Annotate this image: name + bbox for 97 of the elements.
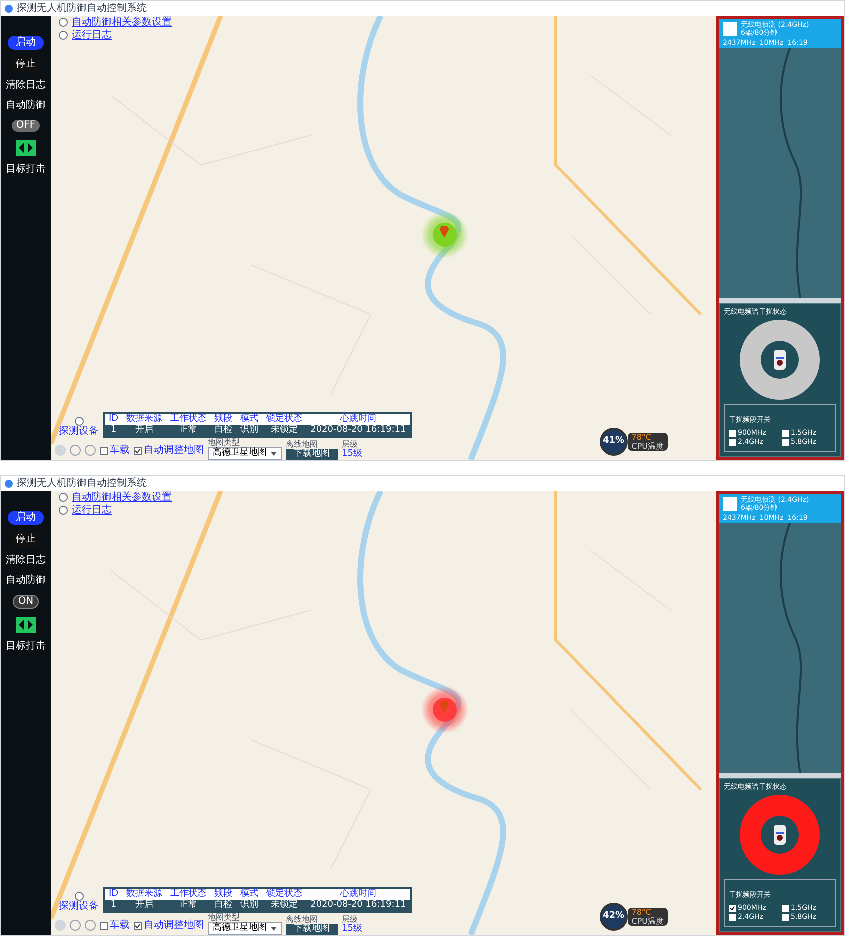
expand-arrows-icon[interactable]: [16, 140, 36, 156]
column-header: 模式: [236, 413, 263, 425]
clear-log-button[interactable]: 清除日志: [6, 80, 46, 92]
table-caption: 探测设备: [59, 901, 99, 913]
map-select[interactable]: 高德卫星地图: [208, 447, 282, 460]
vehicle-icon: [773, 349, 787, 371]
table-caption: 探测设备: [59, 426, 99, 438]
zoom-label: 层级: [342, 441, 358, 449]
table-cell: 正常: [166, 425, 211, 437]
check-icon: [730, 906, 735, 911]
column-header: 心跳时间: [306, 888, 412, 900]
download-label: 离线地图: [286, 916, 318, 924]
expand-arrows-icon[interactable]: [16, 617, 36, 633]
checkbox[interactable]: [100, 922, 108, 930]
band-checkbox[interactable]: [729, 914, 736, 921]
start-button[interactable]: 启动: [8, 36, 44, 50]
column-header: 工作状态: [166, 413, 211, 425]
clear-log-button[interactable]: 清除日志: [6, 555, 46, 567]
zoom-level: 15级: [342, 449, 362, 460]
stop-button[interactable]: 停止: [12, 58, 40, 72]
auto-defense-label: 自动防御: [6, 575, 46, 587]
download-button[interactable]: 下载地图: [286, 924, 338, 935]
download-button[interactable]: 下载地图: [286, 449, 338, 460]
table-cell: 1: [104, 425, 123, 437]
vehicle-icon: [773, 824, 787, 846]
column-header: ID: [104, 413, 123, 425]
band-checkbox[interactable]: [729, 905, 736, 912]
table-cell: 开启: [122, 900, 167, 912]
window-title: 探测无人机防御自动控制系统: [17, 478, 147, 488]
table-cell: 1: [104, 900, 123, 912]
column-header: 频段: [210, 888, 237, 900]
temperature-value: 78°C: [632, 908, 652, 917]
table-cell: 未锁定: [262, 425, 307, 437]
band-checkbox[interactable]: [782, 914, 789, 921]
temperature-label: CPU温度: [632, 442, 664, 451]
column-header: 心跳时间: [306, 413, 412, 425]
table-cell: 识别: [236, 900, 263, 912]
band-checkbox[interactable]: [729, 430, 736, 437]
toggle-switch[interactable]: ON: [13, 595, 39, 609]
column-header: 锁定状态: [262, 888, 307, 900]
checkbox-label: 自动调整地图: [144, 921, 204, 931]
table-cell: 自检: [210, 900, 237, 912]
app-icon: [5, 480, 13, 488]
checkbox-label: 车载: [110, 921, 130, 931]
column-header: 锁定状态: [262, 413, 307, 425]
table-cell: 识别: [236, 425, 263, 437]
table-cell: 未锁定: [262, 900, 307, 912]
column-header: 数据来源: [122, 888, 167, 900]
column-header: 数据来源: [122, 413, 167, 425]
auto-defense-label: 自动防御: [6, 100, 46, 112]
caret-icon: [271, 452, 277, 456]
caret-icon: [271, 926, 277, 930]
map-select[interactable]: 高德卫星地图: [208, 922, 282, 935]
usage-gauge: 42%: [600, 903, 628, 931]
checkbox-label: 车载: [110, 446, 130, 456]
settings-link[interactable]: 运行日志: [72, 29, 112, 42]
strike-label: 目标打击: [6, 641, 46, 653]
settings-link[interactable]: 运行日志: [72, 504, 112, 517]
table-cell: 2020-08-20 16:19:11: [306, 425, 412, 437]
settings-link[interactable]: 自动防御相关参数设置: [72, 16, 172, 29]
map-type-label: 地图类型: [208, 914, 241, 922]
band-checkbox[interactable]: [729, 439, 736, 446]
checkbox[interactable]: [134, 447, 142, 455]
column-header: ID: [104, 888, 123, 900]
check-icon: [135, 448, 141, 454]
check-icon: [135, 923, 141, 929]
temperature-value: 78°C: [632, 433, 652, 442]
table-cell: 正常: [166, 900, 211, 912]
stop-button[interactable]: 停止: [12, 533, 40, 547]
checkbox-label: 自动调整地图: [144, 446, 204, 456]
table-cell: 开启: [122, 425, 167, 437]
column-header: 工作状态: [166, 888, 211, 900]
column-header: 模式: [236, 888, 263, 900]
pin-icon: [440, 226, 449, 238]
pin-icon: [440, 701, 449, 713]
collapse-icon[interactable]: [74, 417, 84, 426]
table-cell: 2020-08-20 16:19:11: [306, 900, 412, 912]
download-label: 离线地图: [286, 441, 318, 449]
start-button[interactable]: 启动: [8, 511, 44, 525]
band-checkbox[interactable]: [782, 905, 789, 912]
temperature-label: CPU温度: [632, 917, 664, 926]
checkbox[interactable]: [134, 922, 142, 930]
collapse-icon[interactable]: [74, 892, 84, 901]
table-cell: 自检: [210, 425, 237, 437]
usage-gauge: 41%: [600, 428, 628, 456]
band-checkbox[interactable]: [782, 430, 789, 437]
app-icon: [5, 4, 13, 12]
checkbox[interactable]: [100, 447, 108, 455]
map-type-label: 地图类型: [208, 439, 241, 447]
column-header: 频段: [210, 413, 237, 425]
strike-label: 目标打击: [6, 164, 46, 176]
settings-link[interactable]: 自动防御相关参数设置: [72, 491, 172, 504]
zoom-label: 层级: [342, 916, 358, 924]
band-checkbox[interactable]: [782, 439, 789, 446]
zoom-level: 15级: [342, 924, 362, 935]
window-title: 探测无人机防御自动控制系统: [17, 4, 147, 14]
toggle-switch[interactable]: OFF: [12, 120, 40, 132]
